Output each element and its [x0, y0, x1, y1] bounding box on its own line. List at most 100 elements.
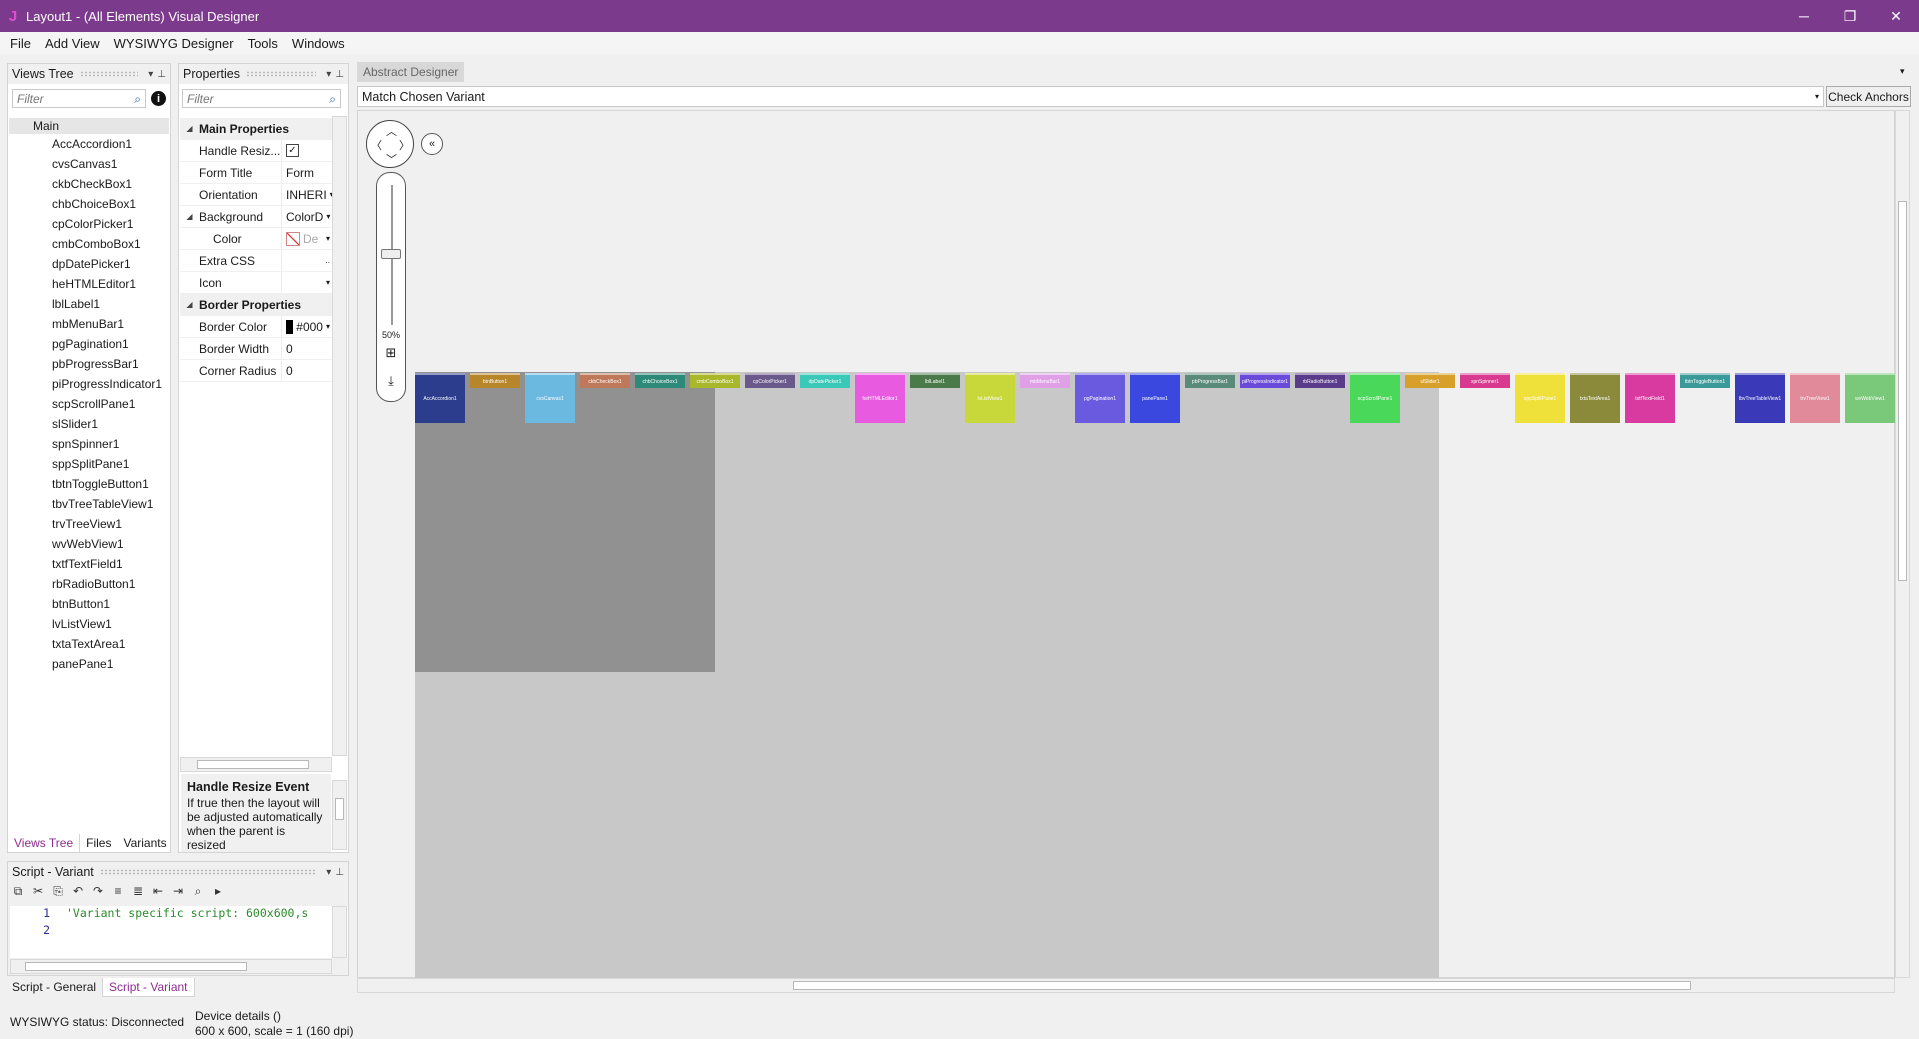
- search-icon[interactable]: ⌕: [329, 92, 336, 107]
- description-vscroll[interactable]: [332, 780, 347, 850]
- tree-item[interactable]: heHTMLEditor1: [9, 274, 169, 294]
- comment-icon[interactable]: ≡: [110, 884, 126, 899]
- tree-item[interactable]: slSlider1: [9, 414, 169, 434]
- collapse-icon[interactable]: ◢: [180, 300, 199, 309]
- component-piprogressindicator1[interactable]: piProgressIndicator1: [1240, 373, 1290, 388]
- menu-wysiwyg-designer[interactable]: WYSIWYG Designer: [107, 36, 241, 51]
- border-color-row[interactable]: Border Color #000 ▾: [180, 316, 332, 338]
- component-txtftextfield1[interactable]: txtfTextField1: [1625, 373, 1675, 423]
- tab-script-variant[interactable]: Script - Variant: [102, 978, 195, 997]
- component-cmbcombobox1[interactable]: cmbComboBox1: [690, 373, 740, 388]
- tree-item[interactable]: pbProgressBar1: [9, 354, 169, 374]
- tree-item[interactable]: cvsCanvas1: [9, 154, 169, 174]
- tab-script-general[interactable]: Script - General: [6, 978, 102, 997]
- component-hehtmleditor1[interactable]: heHTMLEditor1: [855, 373, 905, 423]
- component-tbvtreetableview1[interactable]: tbvTreeTableView1: [1735, 373, 1785, 423]
- background-row[interactable]: ◢ Background ColorD ▾: [180, 206, 332, 228]
- minimize-button[interactable]: ─: [1781, 0, 1827, 32]
- component-lbllabel1[interactable]: lblLabel1: [910, 373, 960, 388]
- component-pbprogressbar1[interactable]: pbProgressBar1: [1185, 373, 1235, 388]
- tree-item[interactable]: lvListView1: [9, 614, 169, 634]
- pan-control[interactable]: ︿ ﹀ 〈 〉: [366, 120, 414, 168]
- collapse-icon[interactable]: ◢: [180, 124, 199, 133]
- find-icon[interactable]: ⌕: [190, 884, 206, 899]
- outdent-icon[interactable]: ⇤: [150, 884, 166, 899]
- tree-root-main[interactable]: Main: [9, 118, 169, 134]
- undo-icon[interactable]: ↶: [70, 884, 86, 899]
- pin-icon[interactable]: ⊥: [157, 69, 166, 80]
- extra-css-row[interactable]: Extra CSS ..: [180, 250, 332, 272]
- views-tree-filter-input[interactable]: [17, 91, 126, 106]
- color-select[interactable]: De ▾: [281, 228, 332, 249]
- component-panepane1[interactable]: panePane1: [1130, 373, 1180, 423]
- tree-item[interactable]: ckbCheckBox1: [9, 174, 169, 194]
- designer-vscroll[interactable]: [1895, 110, 1910, 978]
- script-editor[interactable]: 1 'Variant specific script: 600x600,s 2: [10, 906, 348, 958]
- code-text[interactable]: 'Variant specific script: 600x600,s: [66, 906, 334, 923]
- redo-icon[interactable]: ↷: [90, 884, 106, 899]
- views-tree-filter[interactable]: ⌕: [12, 89, 146, 108]
- component-lvlistview1[interactable]: lvListView1: [965, 373, 1015, 423]
- pin-icon[interactable]: ⊥: [335, 69, 344, 80]
- tab-files[interactable]: Files: [80, 834, 117, 853]
- corner-radius-row[interactable]: Corner Radius 0: [180, 360, 332, 382]
- component-chbchoicebox1[interactable]: chbChoiceBox1: [635, 373, 685, 388]
- restore-button[interactable]: ❐: [1827, 0, 1873, 32]
- component-btnbutton1[interactable]: btnButton1: [470, 373, 520, 388]
- menu-tools[interactable]: Tools: [241, 36, 285, 51]
- component-pgpagination1[interactable]: pgPagination1: [1075, 373, 1125, 423]
- code-text[interactable]: [66, 923, 334, 940]
- check-anchors-button[interactable]: Check Anchors: [1826, 86, 1911, 107]
- info-icon[interactable]: i: [151, 91, 166, 106]
- border-width-value[interactable]: 0: [281, 338, 332, 359]
- component-wvwebview1[interactable]: wvWebView1: [1845, 373, 1895, 423]
- pin-icon[interactable]: ⊥: [335, 867, 344, 878]
- tree-item[interactable]: scpScrollPane1: [9, 394, 169, 414]
- tree-item[interactable]: chbChoiceBox1: [9, 194, 169, 214]
- component-slslider1[interactable]: slSlider1: [1405, 373, 1455, 388]
- tree-item[interactable]: trvTreeView1: [9, 514, 169, 534]
- form-title-value[interactable]: Form: [281, 162, 332, 183]
- run-icon[interactable]: ▸: [210, 884, 226, 899]
- tree-item[interactable]: dpDatePicker1: [9, 254, 169, 274]
- fit-icon[interactable]: ⊞: [383, 345, 399, 361]
- orientation-select[interactable]: INHERI▾: [281, 184, 332, 205]
- close-button[interactable]: ✕: [1873, 0, 1919, 32]
- cut-icon[interactable]: ✂: [30, 884, 46, 899]
- color-row[interactable]: Color De ▾: [180, 228, 332, 250]
- tree-item[interactable]: txtfTextField1: [9, 554, 169, 574]
- icon-row[interactable]: Icon ▾: [180, 272, 332, 294]
- tree-item[interactable]: pgPagination1: [9, 334, 169, 354]
- border-properties-section[interactable]: ◢ Border Properties: [180, 294, 332, 316]
- menu-add-view[interactable]: Add View: [38, 36, 107, 51]
- save-image-icon[interactable]: ⤓: [383, 373, 399, 389]
- tab-views-tree[interactable]: Views Tree: [7, 834, 81, 853]
- component-cpcolorpicker1[interactable]: cpColorPicker1: [745, 373, 795, 388]
- search-icon[interactable]: ⌕: [134, 92, 141, 107]
- component-ckbcheckbox1[interactable]: ckbCheckBox1: [580, 373, 630, 388]
- component-mbmenubar1[interactable]: mbMenuBar1: [1020, 373, 1070, 388]
- script-vscroll[interactable]: [332, 906, 347, 958]
- icon-select[interactable]: ▾: [281, 272, 332, 293]
- tree-item[interactable]: lblLabel1: [9, 294, 169, 314]
- component-txtatextarea1[interactable]: txtaTextArea1: [1570, 373, 1620, 423]
- variant-select[interactable]: Match Chosen Variant ▾: [357, 86, 1824, 107]
- tree-item[interactable]: panePane1: [9, 654, 169, 674]
- component-dpdatepicker1[interactable]: dpDatePicker1: [800, 373, 850, 388]
- tree-item[interactable]: cpColorPicker1: [9, 214, 169, 234]
- tree-item[interactable]: tbvTreeTableView1: [9, 494, 169, 514]
- code-line[interactable]: 1 'Variant specific script: 600x600,s: [10, 906, 348, 923]
- menu-windows[interactable]: Windows: [285, 36, 352, 51]
- handle-resize-checkbox[interactable]: ✓: [286, 144, 299, 157]
- tab-abstract-designer[interactable]: Abstract Designer: [357, 62, 465, 82]
- dropdown-icon[interactable]: ▾: [326, 867, 331, 878]
- component-rbradiobutton1[interactable]: rbRadioButton1: [1295, 373, 1345, 388]
- paste-icon[interactable]: ⎘: [50, 884, 66, 899]
- tree-item[interactable]: wvWebView1: [9, 534, 169, 554]
- dropdown-icon[interactable]: ▾: [326, 69, 331, 80]
- tree-item[interactable]: cmbComboBox1: [9, 234, 169, 254]
- zoom-slider-thumb[interactable]: [381, 249, 401, 259]
- tree-item[interactable]: tbtnToggleButton1: [9, 474, 169, 494]
- copy-icon[interactable]: ⧉: [10, 884, 26, 899]
- tree-item[interactable]: spnSpinner1: [9, 434, 169, 454]
